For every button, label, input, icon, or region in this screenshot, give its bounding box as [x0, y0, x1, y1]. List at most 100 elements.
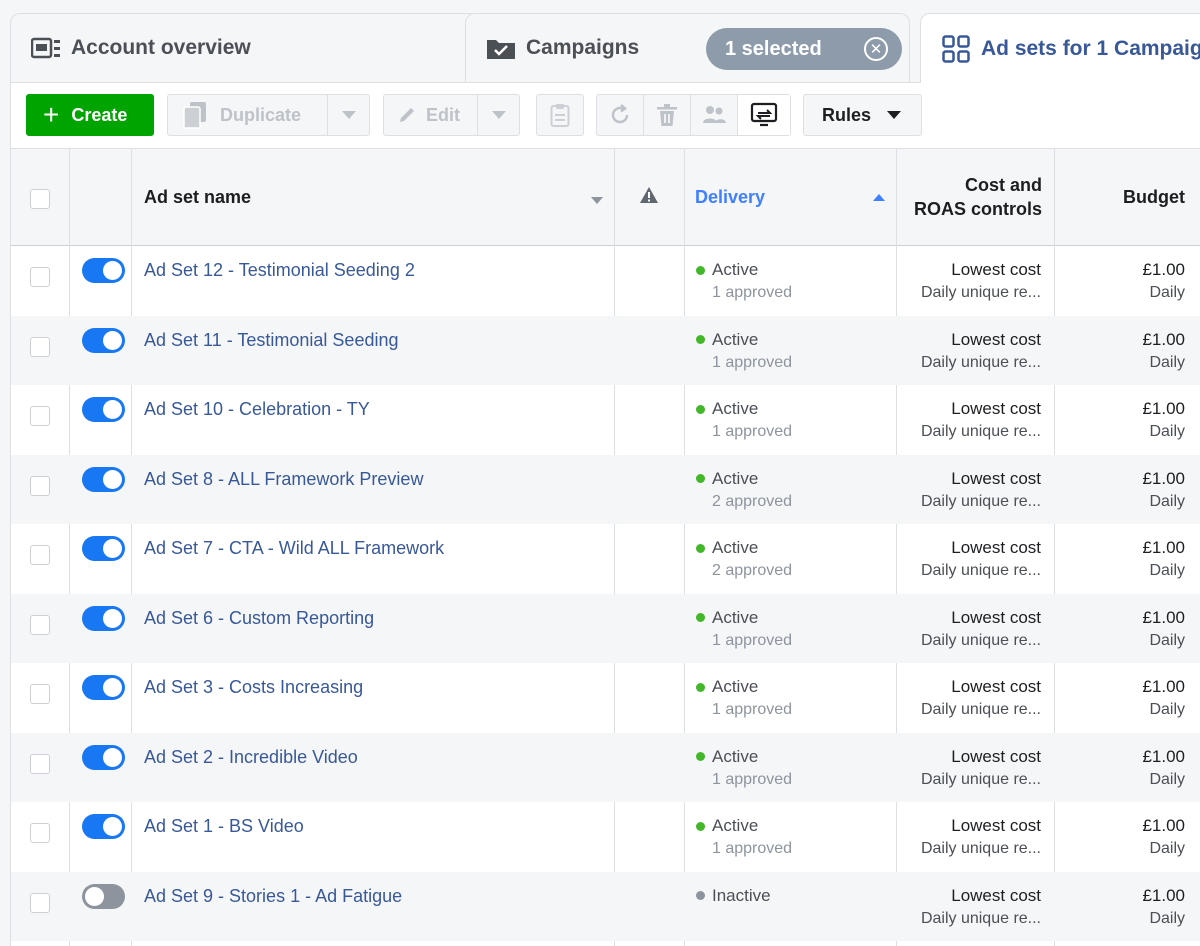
table-row[interactable]: Ad Set 11 - Testimonial Seeding Active 1 a…: [11, 315, 1200, 385]
budget-amount: £1.00: [1142, 607, 1185, 627]
row-checkbox[interactable]: [30, 267, 50, 287]
paste-button[interactable]: [536, 94, 584, 136]
ad-sets-grid-icon: [941, 34, 971, 64]
ad-set-toggle[interactable]: [82, 883, 125, 909]
row-checkbox[interactable]: [30, 823, 50, 843]
budget-amount: £1.00: [1142, 746, 1185, 766]
bid-strategy: Lowest cost: [951, 399, 1041, 418]
header-delivery[interactable]: Delivery: [695, 149, 765, 245]
edit-button[interactable]: Edit: [383, 94, 520, 136]
optimization-goal: Daily unique re...: [920, 284, 1041, 301]
status-dot-icon: [696, 474, 705, 483]
row-checkbox[interactable]: [30, 892, 50, 913]
bid-strategy: Lowest cost: [951, 677, 1041, 696]
ad-set-name-link[interactable]: Ad Set 9 - Stories 1 - Ad Fatigue: [144, 886, 402, 907]
row-checkbox[interactable]: [30, 545, 50, 565]
ad-set-name-link[interactable]: Ad Set 10 - Celebration - TY: [144, 399, 370, 420]
edit-dropdown[interactable]: [477, 95, 519, 135]
delivery-status-label: Active: [712, 399, 759, 418]
delivery-status: Active: [696, 608, 758, 628]
ad-set-toggle[interactable]: [82, 675, 125, 700]
ab-test-button[interactable]: [738, 95, 790, 135]
delete-button[interactable]: [644, 95, 691, 135]
budget-type: Daily: [1149, 353, 1185, 371]
row-checkbox[interactable]: [30, 336, 50, 357]
ad-set-name-link[interactable]: Ad Set 7 - CTA - Wild ALL Framework: [144, 538, 444, 559]
budget-amount: £1.00: [1142, 260, 1185, 279]
table-row[interactable]: Ad Set 2 - Incredible Video Active 1 appro…: [11, 732, 1200, 802]
edit-label: Edit: [426, 104, 460, 125]
header-cost-roas-controls[interactable]: Cost and ROAS controls: [897, 149, 1042, 245]
sort-ascending-icon[interactable]: [873, 194, 885, 201]
ad-set-toggle[interactable]: [82, 327, 125, 353]
warning-icon: [639, 186, 659, 204]
delivery-status: Active: [696, 399, 758, 419]
ad-set-name-link[interactable]: Ad Set 3 - Costs Increasing: [144, 677, 363, 698]
delivery-status: Active: [696, 469, 758, 489]
table-row[interactable]: Ad Set 8 - ALL Framework Preview Active 2 …: [11, 454, 1200, 524]
bid-strategy: Lowest cost: [951, 816, 1041, 835]
delivery-status: Active: [696, 260, 758, 280]
optimization-goal: Daily unique re...: [920, 701, 1041, 718]
duplicate-dropdown[interactable]: [327, 95, 369, 135]
ad-set-toggle[interactable]: [82, 814, 125, 839]
table-row[interactable]: Ad Set 3 - Costs Increasing Active 1 appro…: [11, 663, 1200, 733]
optimization-goal: Daily unique re...: [920, 562, 1041, 579]
table-row[interactable]: Ad Set 1 - BS Video Active 1 approved Lowes…: [11, 802, 1200, 872]
header-ad-set-name[interactable]: Ad set name: [144, 149, 251, 245]
approved-count: 2 approved: [712, 562, 793, 579]
duplicate-label: Duplicate: [220, 104, 302, 125]
audience-button[interactable]: [691, 95, 738, 135]
row-checkbox[interactable]: [30, 753, 50, 774]
tab-ad-sets[interactable]: Ad sets for 1 Campaign: [920, 13, 1200, 83]
refresh-icon: [608, 103, 632, 127]
tab-account-overview[interactable]: Account overview: [10, 13, 480, 82]
table-row[interactable]: Ad Set 9 - Stories 1 - Ad Fatigue Inactiv…: [11, 871, 1200, 941]
ad-set-name-link[interactable]: Ad Set 12 - Testimonial Seeding 2: [144, 260, 415, 281]
table-row[interactable]: Ad Set 6 - Custom Reporting Active 1 appro…: [11, 593, 1200, 663]
ad-set-toggle[interactable]: [82, 258, 125, 283]
ad-set-name-link[interactable]: Ad Set 11 - Testimonial Seeding: [144, 330, 399, 351]
account-overview-icon: [31, 33, 61, 63]
ad-set-name-link[interactable]: Ad Set 2 - Incredible Video: [144, 747, 358, 768]
delivery-status-label: Active: [712, 746, 759, 766]
tab-bar: Account overview Campaigns 1 selected ✕ …: [0, 0, 1200, 83]
ad-set-toggle[interactable]: [82, 605, 125, 631]
clear-selection-icon[interactable]: ✕: [864, 37, 888, 61]
folder-check-icon: [486, 33, 516, 63]
row-checkbox[interactable]: [30, 684, 50, 704]
ad-set-toggle[interactable]: [82, 744, 125, 770]
table-row[interactable]: Ad Set 10 - Celebration - TY Active 1 appr…: [11, 385, 1200, 455]
delivery-status: Active: [696, 330, 758, 350]
table-row[interactable]: Ad Set 12 - Testimonial Seeding 2 Active 1…: [11, 246, 1200, 316]
status-dot-icon: [696, 752, 705, 761]
ad-set-name-link[interactable]: Ad Set 1 - BS Video: [144, 816, 304, 837]
bid-strategy: Lowest cost: [951, 885, 1041, 905]
ad-set-toggle[interactable]: [82, 536, 125, 561]
create-label: Create: [71, 104, 128, 125]
delivery-status-label: Active: [712, 538, 759, 557]
row-checkbox[interactable]: [30, 475, 50, 496]
selected-count-pill[interactable]: 1 selected ✕: [706, 28, 902, 70]
table-row[interactable]: Ad Set 7 - CTA - Wild ALL Framework Activ…: [11, 524, 1200, 594]
row-checkbox[interactable]: [30, 614, 50, 635]
duplicate-button[interactable]: Duplicate: [167, 94, 370, 136]
sort-menu-icon[interactable]: [591, 197, 603, 204]
rules-button[interactable]: Rules: [803, 94, 922, 136]
budget-type: Daily: [1149, 909, 1185, 927]
create-button[interactable]: + Create: [26, 94, 154, 136]
ad-set-name-link[interactable]: Ad Set 8 - ALL Framework Preview: [144, 469, 423, 490]
status-dot-icon: [696, 265, 705, 275]
ad-set-name-link[interactable]: Ad Set 6 - Custom Reporting: [144, 608, 374, 629]
delivery-status-label: Active: [712, 260, 759, 279]
header-budget[interactable]: Budget: [1055, 149, 1185, 245]
refresh-button[interactable]: [597, 95, 644, 135]
optimization-goal: Daily unique re...: [920, 631, 1041, 649]
budget-type: Daily: [1149, 770, 1185, 788]
ad-set-toggle[interactable]: [82, 466, 125, 492]
delivery-status-label: Active: [712, 468, 759, 488]
row-checkbox[interactable]: [30, 406, 50, 426]
ad-set-toggle[interactable]: [82, 397, 125, 422]
pencil-icon: [398, 106, 416, 124]
select-all-checkbox[interactable]: [30, 189, 50, 209]
